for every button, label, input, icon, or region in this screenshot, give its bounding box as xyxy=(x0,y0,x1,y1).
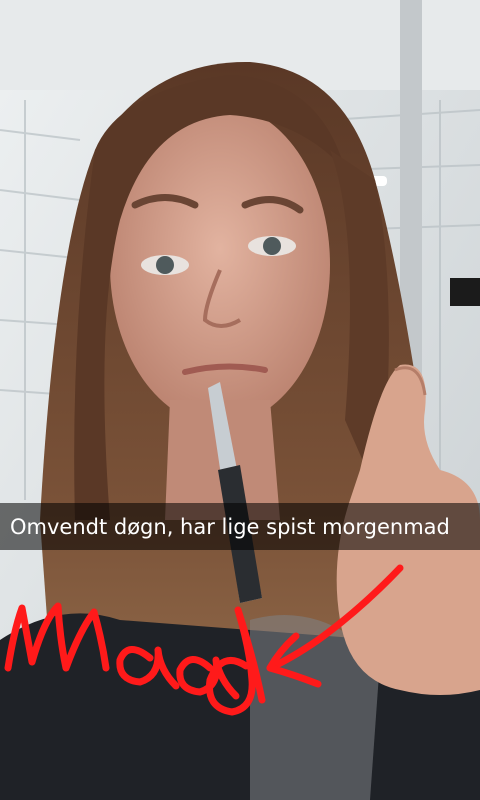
handwritten-word xyxy=(4,602,266,716)
snap-viewer[interactable]: Omvendt døgn, har lige spist morgenmad xyxy=(0,0,480,800)
arrow-icon xyxy=(266,564,404,688)
doodle-overlay xyxy=(4,564,404,716)
